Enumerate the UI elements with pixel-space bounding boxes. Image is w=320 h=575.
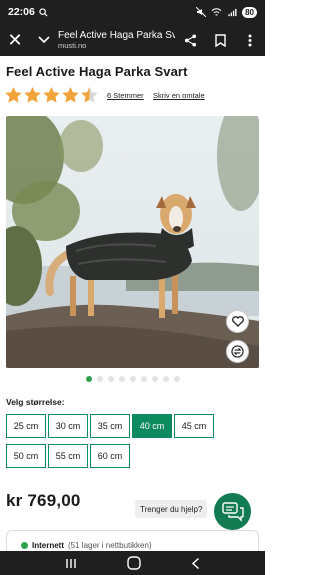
availability-subtitle: (51 lager i nettbutikken) <box>68 541 152 550</box>
size-option-button[interactable]: 55 cm <box>48 444 88 468</box>
chevron-down-icon[interactable] <box>30 36 58 44</box>
carousel-dot[interactable] <box>152 376 158 382</box>
size-option-button[interactable]: 60 cm <box>90 444 130 468</box>
star-rating <box>4 86 99 104</box>
browser-url: musti.no <box>58 41 87 50</box>
back-icon[interactable] <box>191 557 200 570</box>
search-icon <box>39 7 48 17</box>
size-option-button[interactable]: 40 cm <box>132 414 172 438</box>
availability-title: Internett <box>32 541 64 550</box>
carousel-dot[interactable] <box>141 376 147 382</box>
compare-icon <box>231 345 244 358</box>
more-options-icon[interactable] <box>235 34 265 47</box>
carousel-dot[interactable] <box>86 376 92 382</box>
mute-icon <box>196 7 207 17</box>
system-nav-bar <box>0 551 265 575</box>
half-star-icon <box>81 86 98 103</box>
product-title: Feel Active Haga Parka Svart <box>6 64 188 79</box>
carousel-indicator <box>86 376 180 382</box>
product-price: kr 769,00 <box>6 491 81 510</box>
chat-icon <box>221 501 244 522</box>
close-icon[interactable]: ✕ <box>0 30 30 51</box>
carousel-dot[interactable] <box>108 376 114 382</box>
heart-icon <box>231 316 244 327</box>
favorite-button[interactable] <box>226 310 249 333</box>
carousel-dot[interactable] <box>163 376 169 382</box>
browser-tab-title: Feel Active Haga Parka Svart <box>58 30 175 41</box>
carousel-dot[interactable] <box>130 376 136 382</box>
size-option-button[interactable]: 30 cm <box>48 414 88 438</box>
help-bubble[interactable]: Trenger du hjelp? <box>135 500 208 518</box>
size-option-button[interactable]: 50 cm <box>6 444 46 468</box>
size-option-button[interactable]: 25 cm <box>6 414 46 438</box>
size-label: Velg størrelse: <box>6 397 65 407</box>
reviews-link[interactable]: 6 Stemmer <box>107 91 144 100</box>
battery-indicator: 80 <box>242 6 257 18</box>
carousel-dot[interactable] <box>174 376 180 382</box>
write-review-link[interactable]: Skriv en omtale <box>153 91 205 100</box>
rating-row <box>4 86 99 104</box>
size-option-button[interactable]: 35 cm <box>90 414 130 438</box>
wifi-icon <box>211 7 222 16</box>
browser-toolbar: ✕ Feel Active Haga Parka Svart musti.no <box>0 24 265 56</box>
home-icon[interactable] <box>127 556 141 570</box>
carousel-dot[interactable] <box>119 376 125 382</box>
recent-apps-icon[interactable] <box>65 558 77 569</box>
share-icon[interactable] <box>175 33 205 47</box>
carousel-dot[interactable] <box>97 376 103 382</box>
compare-button[interactable] <box>226 340 249 363</box>
star-icon <box>5 86 22 103</box>
status-bar: 22:06 80 <box>0 0 265 24</box>
chat-button[interactable] <box>214 493 251 530</box>
size-option-button[interactable]: 45 cm <box>174 414 214 438</box>
browser-title-block: Feel Active Haga Parka Svart musti.no <box>58 30 175 50</box>
star-icon <box>62 86 79 103</box>
star-icon <box>43 86 60 103</box>
status-time: 22:06 <box>8 6 35 18</box>
signal-icon <box>228 8 237 16</box>
star-icon <box>24 86 41 103</box>
product-image[interactable] <box>6 116 259 368</box>
bookmark-icon[interactable] <box>205 33 235 47</box>
in-stock-dot <box>21 542 28 549</box>
